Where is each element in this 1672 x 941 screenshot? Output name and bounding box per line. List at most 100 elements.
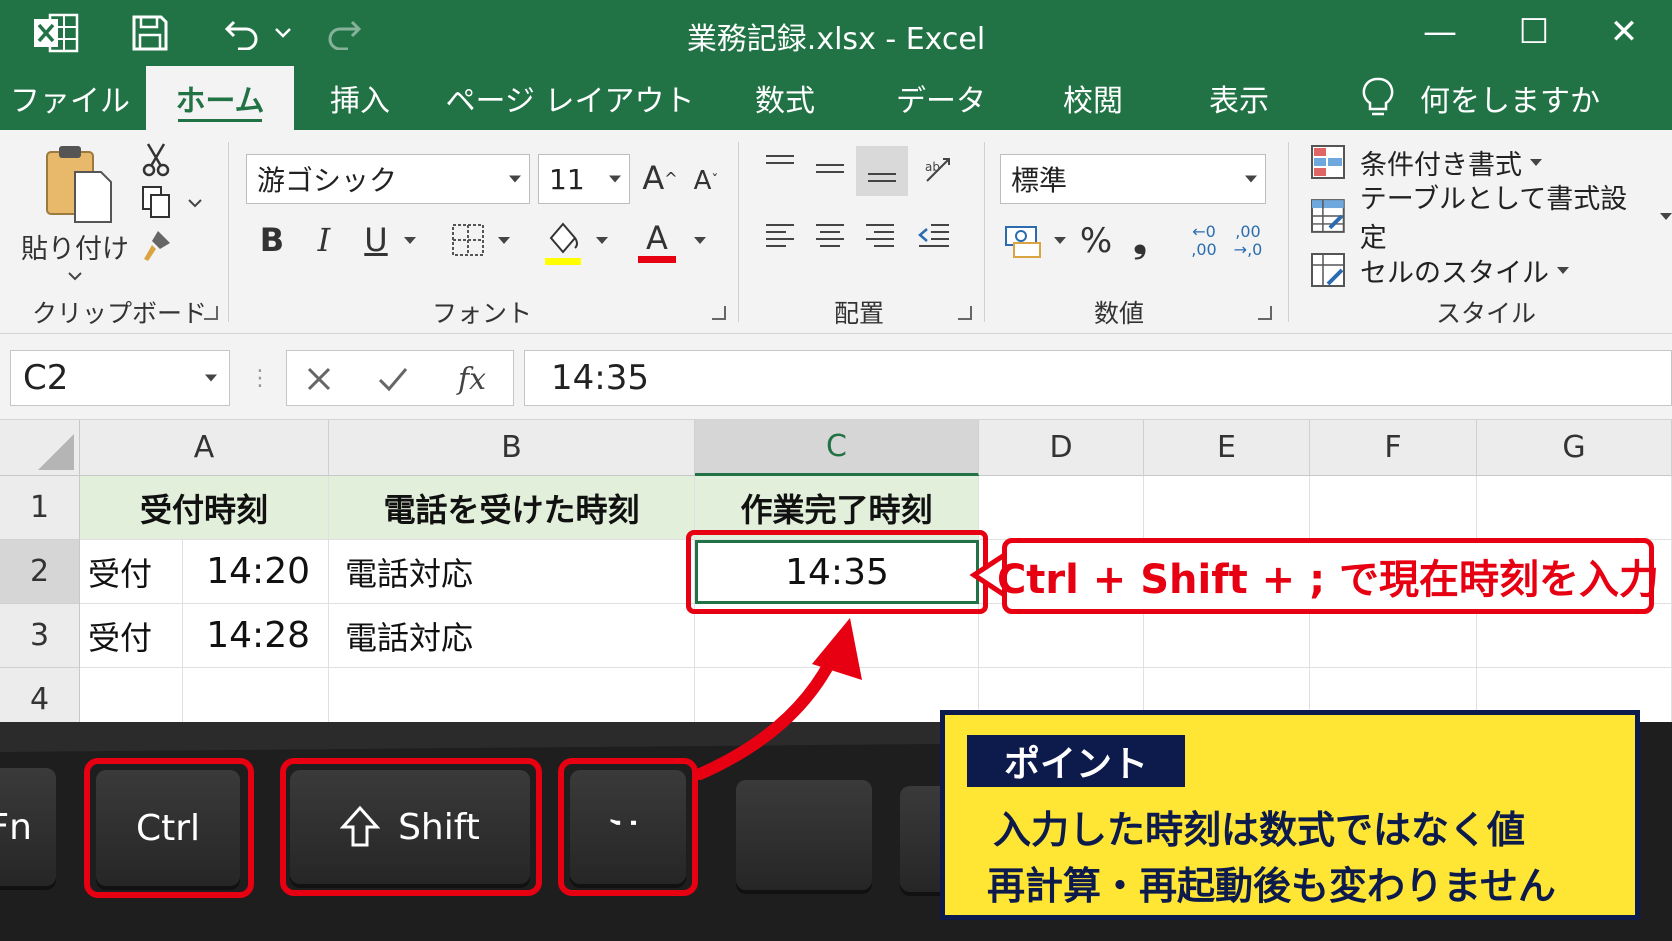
- column-header-g[interactable]: G: [1477, 420, 1672, 476]
- minimize-button[interactable]: —: [1410, 8, 1470, 56]
- format-as-table-button[interactable]: テーブルとして書式設定: [1310, 184, 1672, 254]
- active-cell-highlight: [686, 530, 988, 614]
- cell-a2-time[interactable]: 14:20: [183, 540, 329, 604]
- row-header-2[interactable]: 2: [0, 540, 80, 604]
- align-bottom-icon[interactable]: [856, 146, 908, 196]
- cut-icon[interactable]: [136, 140, 176, 180]
- formula-input[interactable]: 14:35: [524, 350, 1672, 406]
- borders-chevron-down-icon[interactable]: [494, 230, 514, 250]
- number-dialog-launcher-icon[interactable]: [1258, 306, 1272, 320]
- decrease-decimal-button[interactable]: ,00 →,0: [1228, 216, 1268, 266]
- tab-page-layout[interactable]: ページ レイアウト: [440, 66, 700, 130]
- decrease-font-size-button[interactable]: Aˇ: [686, 156, 726, 206]
- column-header-d[interactable]: D: [979, 420, 1144, 476]
- column-header-c[interactable]: C: [695, 420, 979, 476]
- clipboard-group-label: クリップボード: [32, 299, 208, 328]
- comma-style-button[interactable]: ❟: [1124, 216, 1156, 266]
- name-box-value: C2: [23, 358, 69, 398]
- tab-formulas[interactable]: 数式: [720, 66, 850, 130]
- font-dialog-launcher-icon[interactable]: [712, 306, 726, 320]
- font-color-button[interactable]: A: [634, 214, 680, 268]
- name-box-caret-icon: [205, 374, 217, 382]
- column-header-f[interactable]: F: [1310, 420, 1477, 476]
- fill-color-chevron-down-icon[interactable]: [592, 230, 612, 250]
- font-size-value: 11: [549, 162, 585, 196]
- row-header-1[interactable]: 1: [0, 476, 80, 540]
- conditional-formatting-icon: [1311, 145, 1345, 179]
- decrease-indent-icon[interactable]: [914, 216, 954, 256]
- table-chevron-down-icon: [1660, 212, 1672, 220]
- tab-review[interactable]: 校閲: [1030, 66, 1156, 130]
- cell-a3-time[interactable]: 14:28: [183, 604, 329, 668]
- cell-styles-button[interactable]: セルのスタイル: [1310, 248, 1569, 292]
- cell-f1[interactable]: [1310, 476, 1477, 540]
- accounting-chevron-down-icon[interactable]: [1050, 230, 1070, 250]
- bold-button[interactable]: B: [252, 212, 292, 268]
- ribbon-divider: [984, 142, 985, 322]
- font-size-caret-icon: [609, 175, 621, 183]
- cell-a3-label[interactable]: 受付: [80, 604, 183, 668]
- font-name-dropdown[interactable]: 游ゴシック: [246, 154, 530, 204]
- decrease-font-glyph: A: [693, 166, 712, 196]
- maximize-button[interactable]: ☐: [1504, 8, 1564, 56]
- fill-color-icon[interactable]: [540, 214, 586, 268]
- font-size-dropdown[interactable]: 11: [538, 154, 630, 204]
- underline-chevron-down-icon[interactable]: [400, 230, 420, 250]
- tab-data[interactable]: データ: [876, 66, 1006, 130]
- column-header-a[interactable]: A: [80, 420, 329, 476]
- point-tag: ポイント: [967, 735, 1185, 787]
- column-header-b[interactable]: B: [329, 420, 695, 476]
- paste-icon[interactable]: [38, 144, 118, 224]
- format-painter-icon[interactable]: [136, 226, 176, 266]
- font-color-chevron-down-icon[interactable]: [690, 230, 710, 250]
- insert-function-button[interactable]: fx: [447, 355, 497, 403]
- semicolon-key-highlight: [558, 758, 698, 896]
- alignment-group-label: 配置: [834, 299, 885, 328]
- name-box[interactable]: C2: [10, 350, 230, 406]
- align-center-icon[interactable]: [812, 216, 848, 256]
- tab-home[interactable]: ホーム: [146, 66, 294, 130]
- align-left-icon[interactable]: [762, 216, 798, 256]
- align-right-icon[interactable]: [862, 216, 898, 256]
- conditional-chevron-down-icon: [1530, 158, 1542, 166]
- title-bar: 業務記録.xlsx - Excel — ☐ ✕: [0, 0, 1672, 66]
- align-middle-icon[interactable]: [812, 154, 848, 184]
- accounting-format-icon[interactable]: [1002, 218, 1046, 264]
- increase-caret-icon: ^: [664, 168, 678, 188]
- cell-d1[interactable]: [979, 476, 1144, 540]
- orientation-icon[interactable]: ab: [918, 150, 958, 190]
- row-header-3[interactable]: 3: [0, 604, 80, 668]
- tab-insert[interactable]: 挿入: [300, 66, 420, 130]
- copy-icon[interactable]: [136, 182, 176, 222]
- paste-button-label[interactable]: 貼り付け: [20, 226, 130, 266]
- number-format-caret-icon: [1245, 175, 1257, 183]
- close-button[interactable]: ✕: [1594, 8, 1654, 56]
- tab-view[interactable]: 表示: [1176, 66, 1302, 130]
- tab-file[interactable]: ファイル: [0, 66, 140, 130]
- alignment-dialog-launcher-icon[interactable]: [958, 306, 972, 320]
- cancel-entry-icon[interactable]: [297, 357, 341, 401]
- cell-e1[interactable]: [1144, 476, 1310, 540]
- paste-chevron-down-icon[interactable]: [60, 266, 90, 286]
- confirm-entry-icon[interactable]: [371, 357, 415, 401]
- cell-b1[interactable]: 電話を受けた時刻: [329, 476, 695, 540]
- column-header-e[interactable]: E: [1144, 420, 1310, 476]
- percent-style-button[interactable]: %: [1076, 216, 1116, 266]
- cell-a1[interactable]: 受付時刻: [80, 476, 329, 540]
- select-all-button[interactable]: [0, 420, 80, 476]
- number-format-dropdown[interactable]: 標準: [1000, 154, 1266, 204]
- borders-icon[interactable]: [448, 216, 488, 264]
- cell-b3[interactable]: 電話対応: [329, 604, 695, 668]
- tell-me-box[interactable]: 何をしますか: [1360, 66, 1660, 130]
- align-top-icon[interactable]: [762, 148, 798, 178]
- copy-chevron-down-icon[interactable]: [182, 190, 208, 216]
- cell-g1[interactable]: [1477, 476, 1672, 540]
- cell-b2[interactable]: 電話対応: [329, 540, 695, 604]
- italic-button[interactable]: I: [304, 212, 344, 268]
- formula-bar-grip-icon[interactable]: ⋮: [249, 358, 271, 398]
- cell-a2-label[interactable]: 受付: [80, 540, 183, 604]
- clipboard-dialog-launcher-icon[interactable]: [204, 306, 218, 320]
- underline-button[interactable]: U: [356, 212, 396, 268]
- increase-font-size-button[interactable]: A ^: [640, 150, 680, 206]
- increase-decimal-button[interactable]: ←0 ,00: [1184, 216, 1224, 266]
